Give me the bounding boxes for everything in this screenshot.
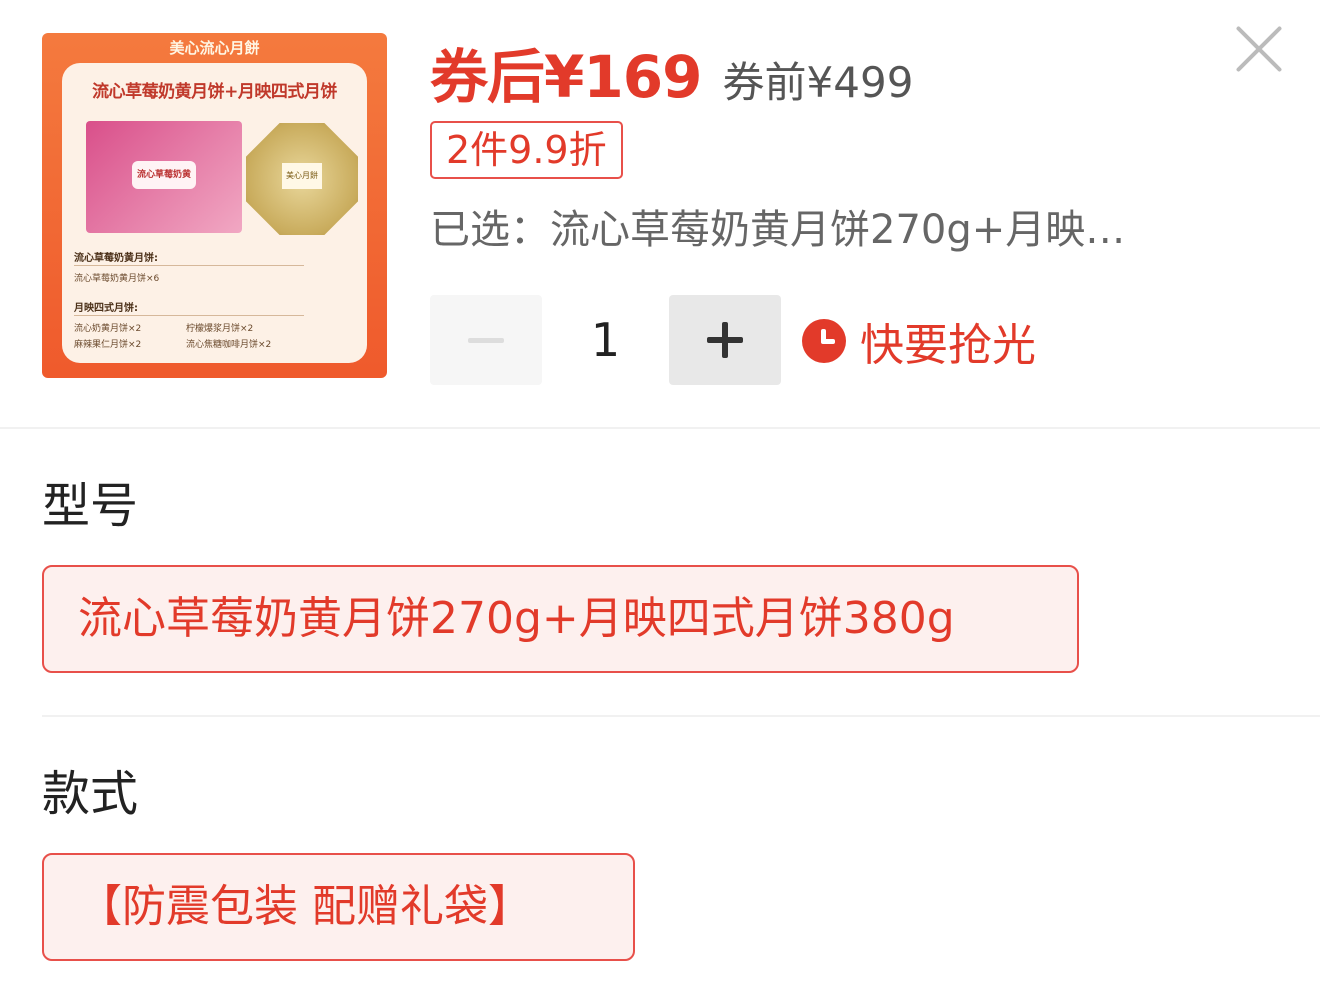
quantity-increase-button[interactable] — [669, 295, 781, 385]
thumbnail-section2-item: 柠檬爆浆月饼×2 — [186, 324, 254, 334]
thumbnail-section2-item: 麻辣果仁月饼×2 — [74, 340, 142, 350]
plus-icon — [707, 322, 743, 358]
price-row: 券后¥169 券前¥499 — [430, 30, 914, 111]
thumbnail-section1-heading: 流心草莓奶黄月饼: — [74, 253, 158, 264]
minus-icon — [468, 337, 504, 343]
close-icon[interactable] — [1232, 22, 1286, 76]
thumbnail-section2-item: 流心焦糖咖啡月饼×2 — [186, 340, 272, 350]
quantity-decrease-button[interactable] — [430, 295, 542, 385]
stock-status-text: 快要抢光 — [860, 320, 1036, 371]
gift-box-image: 流心草莓奶黄 — [86, 121, 242, 233]
gold-tin-label: 美心月餅 — [282, 163, 322, 189]
section-title-style: 款式 — [42, 766, 139, 822]
option-chip-model[interactable]: 流心草莓奶黄月饼270g+月映四式月饼380g — [42, 565, 1079, 673]
thumbnail-section2-heading: 月映四式月饼: — [74, 303, 138, 314]
option-chip-style[interactable]: 【防震包装 配赠礼袋】 — [42, 853, 635, 961]
discount-badge: 2件9.9折 — [430, 121, 623, 179]
thumbnail-section1-item: 流心草莓奶黄月饼×6 — [74, 274, 160, 284]
selected-summary: 已选：流心草莓奶黄月饼270g+月映… — [430, 207, 1126, 253]
divider — [42, 715, 1320, 717]
thumbnail-divider — [74, 265, 304, 266]
thumbnail-card: 流心草莓奶黄月饼+月映四式月饼 流心草莓奶黄 美心月餅 流心草莓奶黄月饼: 流心… — [62, 63, 367, 363]
stock-status: 快要抢光 — [802, 310, 1036, 372]
price-after-coupon: 券后¥169 — [430, 43, 702, 111]
gold-tin-image: 美心月餅 — [246, 123, 358, 235]
product-thumbnail[interactable]: 美心流心月餅 流心草莓奶黄月饼+月映四式月饼 流心草莓奶黄 美心月餅 流心草莓奶… — [42, 33, 387, 378]
gift-box-label: 流心草莓奶黄 — [132, 161, 196, 189]
thumbnail-section2-item: 流心奶黄月饼×2 — [74, 324, 142, 334]
quantity-value[interactable]: 1 — [542, 295, 669, 385]
thumbnail-divider — [74, 315, 304, 316]
sku-selection-panel: 美心流心月餅 流心草莓奶黄月饼+月映四式月饼 流心草莓奶黄 美心月餅 流心草莓奶… — [0, 0, 1320, 985]
divider — [0, 427, 1320, 429]
thumbnail-title: 流心草莓奶黄月饼+月映四式月饼 — [92, 82, 337, 102]
thumbnail-brand: 美心流心月餅 — [169, 39, 260, 57]
price-before-coupon: 券前¥499 — [722, 58, 914, 107]
section-title-model: 型号 — [42, 478, 139, 534]
clock-icon — [802, 319, 846, 363]
